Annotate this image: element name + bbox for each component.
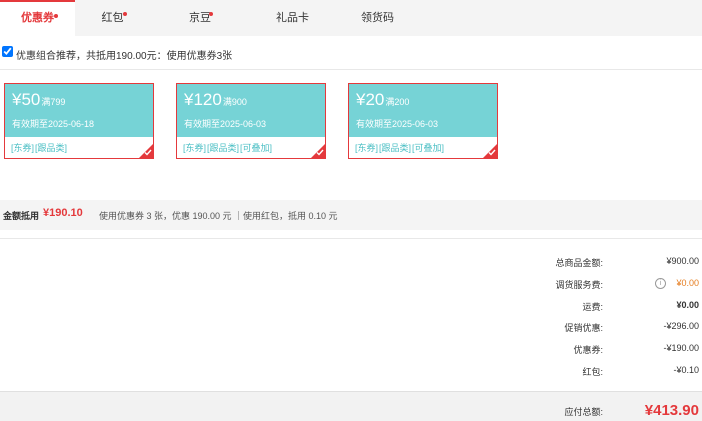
coupon-tag: [跟品类] [379,143,412,153]
coupon-amount: ¥20 [356,90,385,109]
coupon-amount-line: ¥20满200 [356,90,409,112]
coupon-amount-line: ¥120满900 [184,90,247,112]
coupon-tag: [跟品类] [35,143,68,153]
fee-label: 红包: [582,367,603,377]
summary-value: ¥190.10 [43,207,83,219]
coupon-header: ¥120满900 有效期至2025-06-03 [177,84,325,137]
fee-label: 运费: [582,302,603,312]
tab-jingdou[interactable]: 京豆 [150,0,250,36]
fee-label: 调货服务费: [555,280,603,290]
combo-recommendation: 优惠组合推荐，共抵用190.00元：使用优惠券3张 [0,36,702,70]
fee-value: ¥0.00 [676,278,699,288]
tab-label: 领货码 [361,12,394,24]
tab-label: 礼品卡 [276,12,309,24]
coupon-card[interactable]: ¥20满200 有效期至2025-06-03 [东券][跟品类][可叠加] [348,83,498,159]
fee-label: 优惠券: [573,345,603,355]
tab-coupons[interactable]: 优惠券 [0,0,75,36]
fee-label: 总商品金额: [555,258,603,268]
coupon-card[interactable]: ¥50满799 有效期至2025-06-18 [东券][跟品类] [4,83,154,159]
coupon-condition: 满799 [41,97,66,107]
tab-label: 优惠券 [21,12,54,24]
fee-row-red-packet: 红包: -¥0.10 [0,365,702,381]
combo-checkbox[interactable] [2,46,13,57]
coupon-amount: ¥50 [12,90,41,109]
coupon-tags: [东券][跟品类][可叠加] [355,141,445,154]
tab-red-packet[interactable]: 红包 [75,0,150,36]
total-bar: 应付总额: ¥413.90 [0,391,702,421]
fee-row-promotion: 促销优惠: -¥296.00 [0,321,702,337]
tab-gift-card[interactable]: 礼品卡 [250,0,335,36]
fee-row-service: 调货服务费: i ¥0.00 [0,278,702,294]
info-icon[interactable]: i [655,278,666,289]
coupon-amount: ¥120 [184,90,222,109]
divider [0,238,702,239]
new-dot-icon [123,12,127,16]
coupon-tags: [东券][跟品类][可叠加] [183,141,273,154]
selected-check-icon [139,144,153,158]
tab-label: 红包 [101,12,124,24]
fee-row-shipping: 运费: ¥0.00 [0,300,702,316]
new-dot-icon [54,14,58,18]
selected-check-icon [483,144,497,158]
fee-row-coupon: 优惠券: -¥190.00 [0,343,702,359]
coupon-condition: 满900 [222,97,247,107]
coupon-amount-line: ¥50满799 [12,90,65,112]
coupon-tag: [东券] [355,143,379,153]
coupon-tags: [东券][跟品类] [11,141,68,154]
coupon-expiry: 有效期至2025-06-18 [12,119,95,129]
summary-description: 使用优惠券 3 张，优惠 190.00 元 ｜使用红包，抵用 0.10 元 [99,211,338,221]
combo-text: 优惠组合推荐，共抵用190.00元：使用优惠券3张 [16,51,233,62]
fee-value: -¥190.00 [663,343,699,353]
fee-value: -¥296.00 [663,321,699,331]
tab-pickup-code[interactable]: 领货码 [335,0,420,36]
coupon-header: ¥20满200 有效期至2025-06-03 [349,84,497,137]
total-value: ¥413.90 [644,402,699,419]
fee-label: 促销优惠: [564,323,603,333]
coupon-tag: [可叠加] [412,143,445,153]
total-label: 应付总额: [564,407,603,417]
fee-value: ¥900.00 [666,256,699,266]
coupon-expiry: 有效期至2025-06-03 [356,119,439,129]
coupon-card[interactable]: ¥120满900 有效期至2025-06-03 [东券][跟品类][可叠加] [176,83,326,159]
coupon-condition: 满200 [385,97,410,107]
coupon-tag: [跟品类] [207,143,240,153]
fee-value: ¥0.00 [676,300,699,310]
tab-bar: 优惠券 红包 京豆 礼品卡 领货码 [0,0,702,36]
fee-value: -¥0.10 [673,365,699,375]
coupon-tag: [东券] [11,143,35,153]
discount-summary: 金额抵用 ¥190.10 使用优惠券 3 张，优惠 190.00 元 ｜使用红包… [0,200,702,230]
coupon-tag: [可叠加] [240,143,273,153]
coupon-expiry: 有效期至2025-06-03 [184,119,267,129]
tab-label: 京豆 [189,12,211,24]
new-dot-icon [209,12,213,16]
selected-check-icon [311,144,325,158]
fee-row-subtotal: 总商品金额: ¥900.00 [0,256,702,272]
coupon-tag: [东券] [183,143,207,153]
summary-label: 金额抵用 [3,211,40,221]
coupon-header: ¥50满799 有效期至2025-06-18 [5,84,153,137]
